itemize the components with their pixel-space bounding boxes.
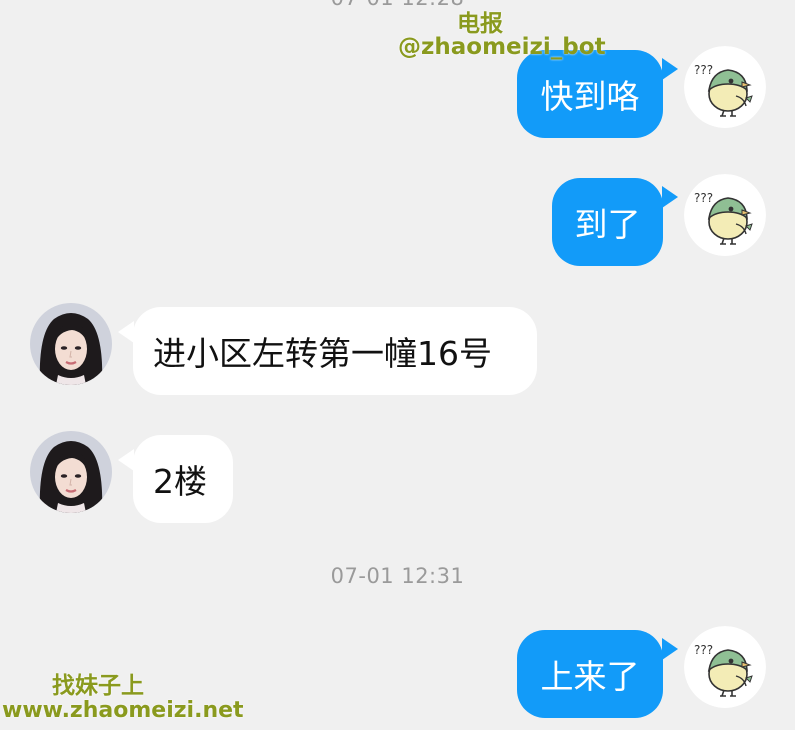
message-text: 进小区左转第一幢16号	[153, 334, 492, 373]
watermark-text: www.zhaomeizi.net	[2, 698, 244, 723]
user-avatar-bird-icon[interactable]	[684, 174, 766, 256]
watermark-text: 电报	[457, 11, 503, 37]
message-text: 上来了	[540, 657, 640, 696]
user-avatar-bird-icon[interactable]	[684, 626, 766, 708]
message-text: 快到咯	[540, 77, 640, 116]
message-text: 到了	[574, 205, 641, 244]
bubble-tail	[662, 638, 678, 660]
bubble-tail	[118, 321, 134, 343]
bubble-tail	[662, 58, 678, 80]
watermark-text: @zhaomeizi_bot	[398, 34, 606, 60]
timestamp-top: 07-01 12:28	[0, 0, 795, 10]
message-bubble-incoming[interactable]: 进小区左转第一幢16号	[133, 307, 537, 395]
message-bubble-outgoing[interactable]: 快到咯	[517, 50, 663, 138]
bubble-tail	[662, 186, 678, 208]
contact-avatar-woman-icon[interactable]	[30, 431, 112, 513]
message-bubble-outgoing[interactable]: 到了	[552, 178, 663, 266]
message-bubble-outgoing[interactable]: 上来了	[517, 630, 663, 718]
bubble-tail	[118, 449, 134, 471]
watermark-text: 找妹子上	[52, 673, 144, 699]
contact-avatar-woman-icon[interactable]	[30, 303, 112, 385]
chat-screen: 07-01 12:28 快到咯 到了 进小区左转第一幢16号 2楼 07-01 …	[0, 0, 795, 730]
user-avatar-bird-icon[interactable]	[684, 46, 766, 128]
message-bubble-incoming[interactable]: 2楼	[133, 435, 233, 523]
timestamp-middle: 07-01 12:31	[330, 564, 465, 588]
message-text: 2楼	[153, 462, 207, 501]
